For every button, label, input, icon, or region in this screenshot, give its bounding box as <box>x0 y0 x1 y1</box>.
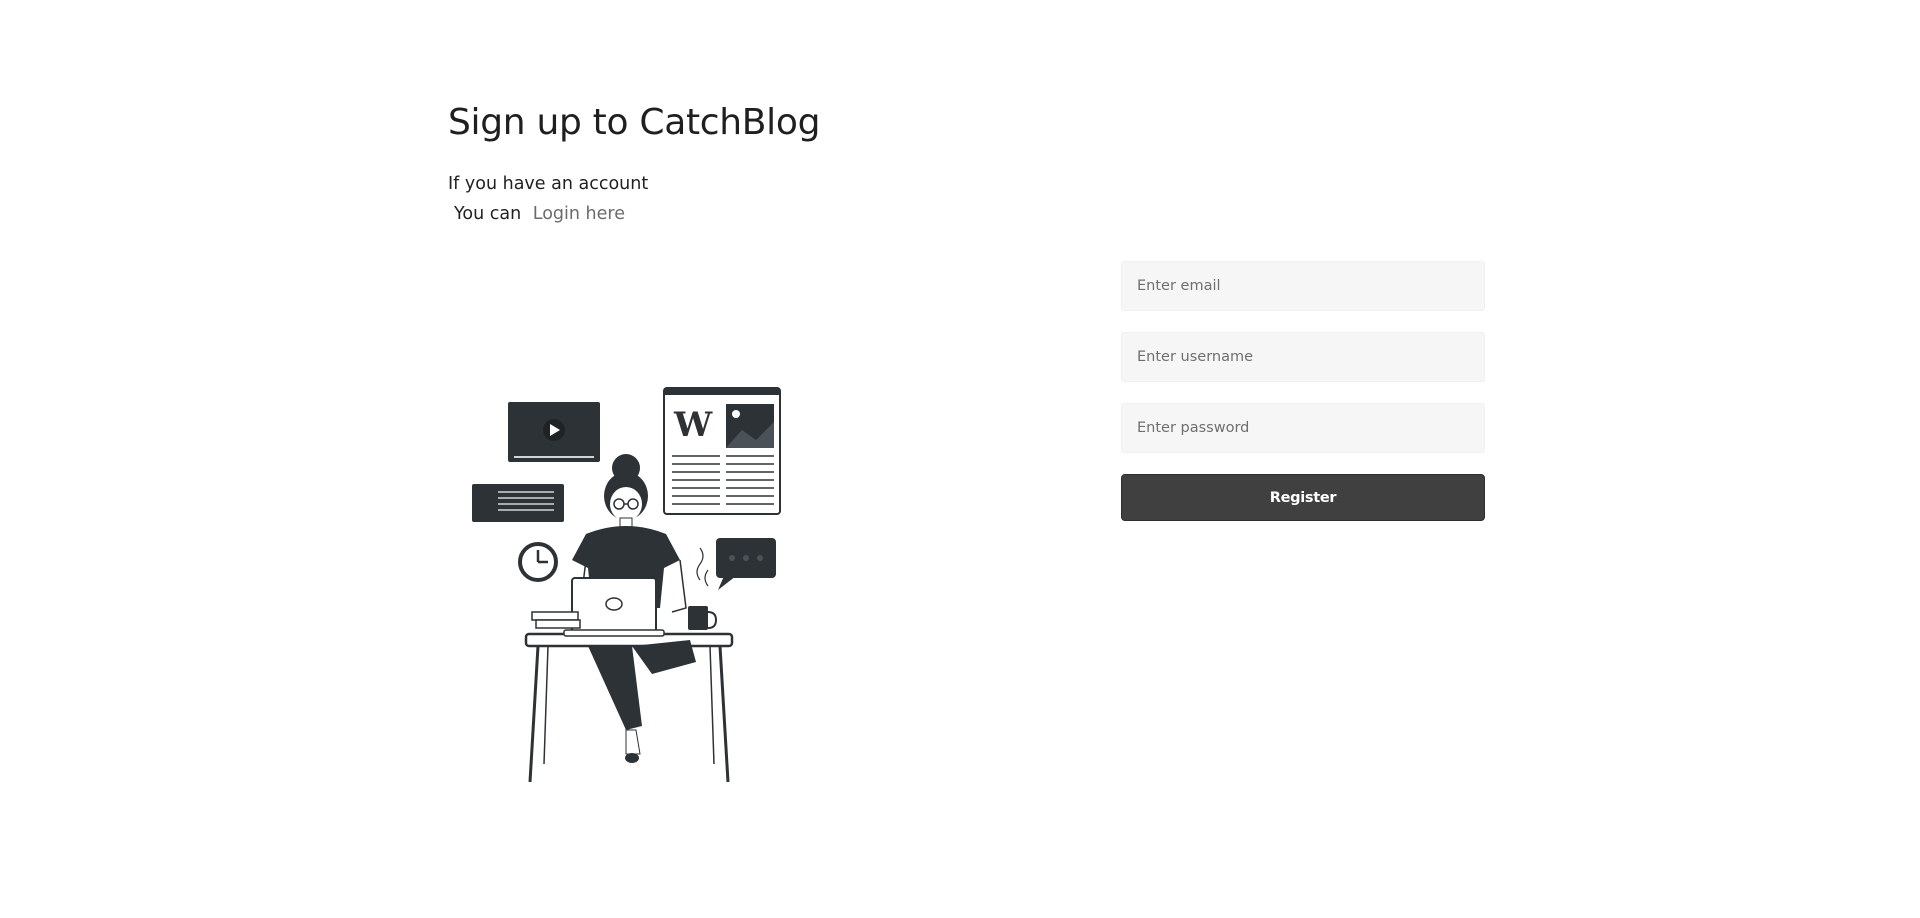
blogger-illustration: W <box>472 387 781 783</box>
page-title: Sign up to CatchBlog <box>448 102 821 143</box>
login-link[interactable]: Login here <box>533 204 625 224</box>
video-card-icon <box>508 402 600 462</box>
login-prompt: You can Login here <box>448 204 1008 224</box>
clock-icon <box>518 542 558 582</box>
newspaper-letter: W <box>673 405 713 445</box>
intro-section: Sign up to CatchBlog If you have an acco… <box>448 96 1008 224</box>
books-icon <box>531 611 581 629</box>
signup-form: Register <box>1121 261 1485 521</box>
message-card-icon <box>472 484 564 522</box>
login-prefix-text: You can <box>454 204 522 224</box>
register-button[interactable]: Register <box>1121 474 1485 521</box>
chat-bubble-icon <box>716 538 776 590</box>
mug-icon <box>688 606 718 630</box>
username-field[interactable] <box>1121 332 1485 382</box>
email-field[interactable] <box>1121 261 1485 311</box>
account-prompt: If you have an account <box>448 174 649 194</box>
password-field[interactable] <box>1121 403 1485 453</box>
legs <box>588 640 696 763</box>
newspaper-icon: W <box>663 387 781 515</box>
signup-page: Sign up to CatchBlog If you have an acco… <box>0 0 1920 918</box>
